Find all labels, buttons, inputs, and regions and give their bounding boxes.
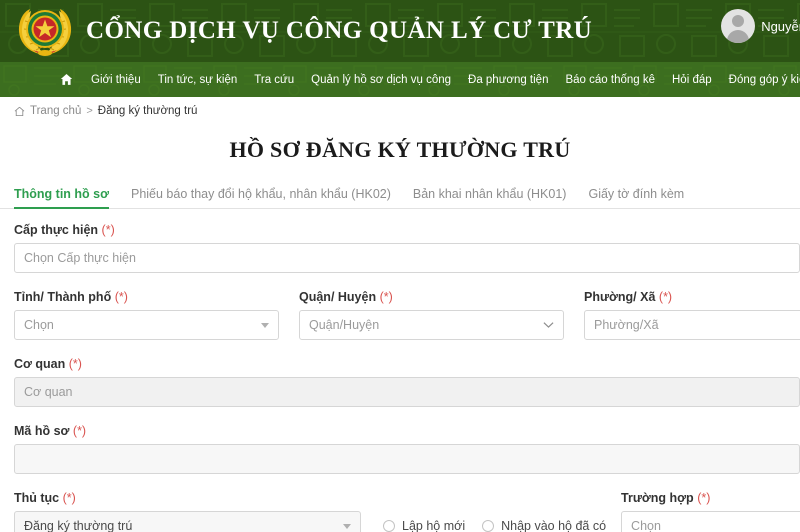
required-marker: (*)	[68, 357, 82, 371]
required-marker: (*)	[62, 491, 76, 505]
nav-item-quan-ly-ho-so-dich-vu-cong[interactable]: Quản lý hồ sơ dịch vụ công	[311, 74, 451, 86]
select-thu-tuc-value: Đăng ký thường trú	[24, 519, 133, 532]
select-quan-huyen-value: Quận/Huyện	[309, 318, 380, 332]
label-tinh-thanh-pho: Tỉnh/ Thành phố (*)	[14, 290, 279, 304]
chevron-down-icon	[543, 321, 554, 329]
select-truong-hop[interactable]: Chọn	[621, 511, 800, 532]
user-name: Nguyễn	[761, 18, 800, 34]
input-co-quan[interactable]: Cơ quan	[14, 377, 800, 407]
site-logo[interactable]	[14, 3, 76, 59]
label-quan-huyen: Quận/ Huyện (*)	[299, 290, 564, 304]
label-ma-ho-so: Mã hồ sơ (*)	[14, 424, 786, 438]
select-tinh-thanh-pho[interactable]: Chọn	[14, 310, 279, 340]
tab-ban-khai-nhan-khau-hk01[interactable]: Bản khai nhân khẩu (HK01)	[413, 187, 581, 208]
input-co-quan-value: Cơ quan	[24, 385, 73, 399]
input-ma-ho-so[interactable]	[14, 444, 800, 474]
field-group-truong-hop: Trường hợp (*) Chọn	[621, 491, 800, 532]
breadcrumb-current: Đăng ký thường trú	[97, 105, 198, 117]
label-cap-thuc-hien: Cấp thực hiện (*)	[14, 223, 786, 237]
label-thu-tuc: Thủ tục (*)	[14, 491, 361, 505]
radio-circle-icon	[482, 520, 495, 532]
label-phuong-xa: Phường/ Xã (*)	[584, 290, 800, 304]
ho-khau-radio-group: Lập hộ mới Nhập vào hộ đã có	[383, 511, 606, 532]
breadcrumb: Trang chủ > Đăng ký thường trú	[0, 97, 800, 125]
required-marker: (*)	[101, 223, 115, 237]
label-text-phuong-xa: Phường/ Xã	[584, 290, 656, 304]
select-thu-tuc[interactable]: Đăng ký thường trú	[14, 511, 361, 532]
avatar[interactable]	[721, 9, 756, 43]
field-group-quan-huyen: Quận/ Huyện (*) Quận/Huyện	[299, 290, 564, 340]
registration-form: Cấp thực hiện (*) Chọn Cấp thực hiện Tỉn…	[0, 223, 800, 532]
radio-lap-ho-moi-label: Lập hộ mới	[402, 519, 466, 532]
tab-thong-tin-ho-so[interactable]: Thông tin hồ sơ	[14, 187, 123, 209]
select-phuong-xa[interactable]: Phường/Xã	[584, 310, 800, 340]
page-title: HỒ SƠ ĐĂNG KÝ THƯỜNG TRÚ	[229, 137, 571, 162]
home-icon[interactable]	[60, 73, 73, 86]
label-text-thu-tuc: Thủ tục	[14, 491, 60, 505]
field-group-ma-ho-so: Mã hồ sơ (*)	[14, 424, 800, 474]
nav-item-tra-cuu[interactable]: Tra cứu	[254, 74, 294, 86]
field-group-thu-tuc: Thủ tục (*) Đăng ký thường trú	[14, 491, 361, 532]
field-group-tinh-thanh-pho: Tỉnh/ Thành phố (*) Chọn	[14, 290, 279, 340]
select-tinh-thanh-pho-value: Chọn	[24, 318, 54, 332]
nav-item-da-phuong-tien[interactable]: Đa phương tiện	[468, 74, 548, 86]
main-navigation: Giới thiệu Tin tức, sự kiện Tra cứu Quản…	[0, 62, 800, 97]
select-truong-hop-value: Chọn	[631, 519, 661, 532]
caret-down-icon	[343, 523, 351, 529]
nav-item-hoi-dap[interactable]: Hỏi đáp	[672, 74, 712, 86]
field-group-co-quan: Cơ quan (*) Cơ quan	[14, 357, 800, 407]
label-text-cap-thuc-hien: Cấp thực hiện	[14, 223, 99, 237]
vietnam-public-security-emblem-icon	[18, 9, 72, 56]
site-header: CỔNG DỊCH VỤ CÔNG QUẢN LÝ CƯ TRÚ Nguyễn	[0, 0, 800, 62]
select-cap-thuc-hien[interactable]: Chọn Cấp thực hiện	[14, 243, 800, 273]
select-quan-huyen[interactable]: Quận/Huyện	[299, 310, 564, 340]
tab-giay-to-dinh-kem[interactable]: Giấy tờ đính kèm	[588, 187, 698, 208]
site-title: CỔNG DỊCH VỤ CÔNG QUẢN LÝ CƯ TRÚ	[86, 17, 593, 44]
field-group-cap-thuc-hien: Cấp thực hiện (*) Chọn Cấp thực hiện	[14, 223, 800, 273]
nav-item-tin-tuc-su-kien[interactable]: Tin tức, sự kiện	[158, 74, 238, 86]
radio-nhap-vao-ho-da-co-label: Nhập vào hộ đã có	[501, 519, 607, 532]
user-menu[interactable]: Nguyễn	[721, 9, 800, 43]
nav-item-bao-cao-thong-ke[interactable]: Báo cáo thống kê	[565, 74, 655, 86]
required-marker: (*)	[658, 290, 673, 304]
procedure-row: Thủ tục (*) Đăng ký thường trú Lập hộ mớ…	[14, 491, 800, 532]
location-row: Tỉnh/ Thành phố (*) Chọn Quận/ Huyện (*)…	[14, 290, 800, 340]
select-cap-thuc-hien-value: Chọn Cấp thực hiện	[24, 251, 136, 265]
label-truong-hop: Trường hợp (*)	[621, 491, 800, 505]
field-group-phuong-xa: Phường/ Xã (*) Phường/Xã	[584, 290, 800, 340]
form-tabs: Thông tin hồ sơ Phiếu báo thay đổi hộ kh…	[0, 182, 800, 209]
nav-item-gioi-thieu[interactable]: Giới thiệu	[91, 74, 141, 86]
label-co-quan: Cơ quan (*)	[14, 357, 786, 371]
required-marker: (*)	[72, 424, 87, 438]
nav-item-dong-gop-y-kien[interactable]: Đóng góp ý kiến	[729, 74, 800, 86]
select-phuong-xa-value: Phường/Xã	[594, 318, 659, 332]
breadcrumb-home-link[interactable]: Trang chủ	[30, 105, 81, 117]
required-marker: (*)	[114, 290, 128, 304]
label-text-quan-huyen: Quận/ Huyện	[299, 290, 377, 304]
required-marker: (*)	[697, 491, 711, 505]
breadcrumb-home-icon[interactable]	[14, 106, 25, 117]
label-text-tinh-thanh-pho: Tỉnh/ Thành phố	[14, 290, 112, 304]
radio-circle-icon	[383, 520, 395, 532]
tab-phieu-bao-thay-doi-hk02[interactable]: Phiếu báo thay đổi hộ khẩu, nhân khẩu (H…	[131, 187, 405, 208]
label-text-ma-ho-so: Mã hồ sơ	[14, 424, 70, 438]
required-marker: (*)	[379, 290, 393, 304]
breadcrumb-separator: >	[86, 105, 93, 117]
caret-down-icon	[261, 322, 269, 328]
label-text-truong-hop: Trường hợp	[621, 491, 694, 505]
radio-nhap-vao-ho-da-co[interactable]: Nhập vào hộ đã có	[482, 519, 606, 532]
label-text-co-quan: Cơ quan	[14, 357, 66, 371]
radio-lap-ho-moi[interactable]: Lập hộ mới	[383, 519, 465, 532]
